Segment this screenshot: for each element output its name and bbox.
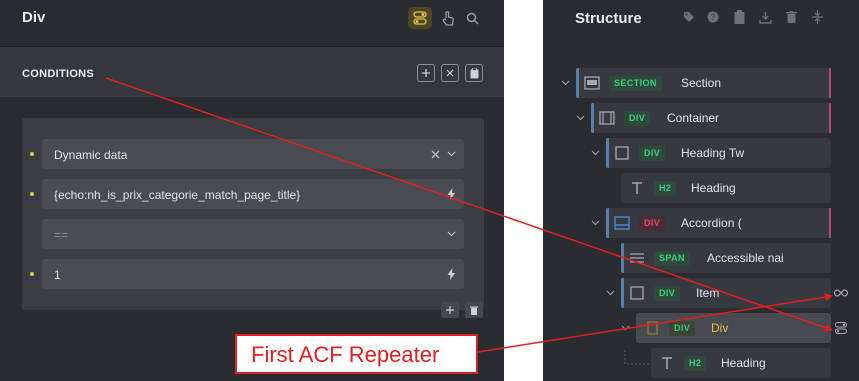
- arrow-to-loop-icon: [477, 293, 833, 353]
- annotation-callout: First ACF Repeater: [235, 334, 478, 374]
- arrow-to-conditions-icon: [105, 77, 833, 332]
- annotation-text: First ACF Repeater: [251, 342, 440, 367]
- annotation-arrows: [105, 77, 833, 353]
